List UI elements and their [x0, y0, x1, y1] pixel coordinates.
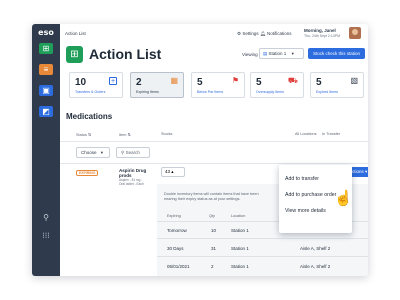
sub-col-location: Location [231, 214, 246, 218]
settings-link[interactable]: ⚙ Settings [237, 31, 259, 37]
col-all-locations: All Locations [295, 132, 317, 136]
sub-col-expiring: Expiring [167, 214, 181, 218]
card-label: Oversupply Items [256, 90, 284, 94]
col-in-transfer: In Transfer [322, 132, 341, 136]
search-placeholder: Search [125, 150, 140, 155]
breadcrumb[interactable]: Action List [65, 31, 86, 36]
divider [157, 238, 368, 239]
sub-cell-shelf: Aisle A, Shelf 2 [300, 264, 331, 269]
nav-list-icon[interactable]: ≡ [39, 64, 53, 75]
sub-cell-location: Station 1 [231, 246, 249, 251]
card-oversupply[interactable]: 5 ⛟ Oversupply Items [250, 72, 304, 98]
action-list-icon: ⊞ [66, 46, 83, 63]
viewing-label: Viewing [242, 52, 258, 57]
sub-cell-qty: 2 [211, 264, 214, 269]
search-input[interactable]: ⚲ Search [116, 147, 150, 158]
sub-cell-qty: 10 [211, 228, 217, 233]
sub-cell-qty: 31 [211, 246, 217, 251]
settings-label: Settings [242, 31, 259, 36]
status-filter[interactable]: Choose ▾ [76, 147, 110, 158]
panel-note-line1: Double inventory items will contain item… [164, 192, 259, 196]
hand-cursor-icon: ☝ [334, 190, 353, 207]
panel-note-line2: nearing their expiry status as at your s… [164, 197, 241, 201]
chevron-down-icon: ▾ [365, 169, 368, 174]
app-window: eso ⊞ ≡ ▣ ◩ ⚲ ⁝⁝⁝ Action List ⚙ Settings… [32, 24, 368, 276]
menu-add-to-purchase-order[interactable]: Add to purchase order [285, 192, 336, 198]
card-count: 5 [316, 77, 322, 88]
nav-action-list-icon[interactable]: ⊞ [39, 43, 53, 54]
nav-rail: eso ⊞ ≡ ▣ ◩ ⚲ ⁝⁝⁝ [32, 24, 60, 276]
plus-square-icon: + [109, 77, 117, 85]
nav-chart-icon[interactable]: ◩ [39, 106, 53, 117]
sort-icon: ⇅ [127, 133, 131, 137]
sort-icon: ⇅ [87, 133, 92, 137]
panel-note: Double inventory items will contain item… [164, 192, 284, 202]
card-transfers[interactable]: 10 + Transfers & Orders [69, 72, 123, 98]
card-count: 5 [256, 77, 262, 88]
calendar-icon: ▦ [170, 76, 178, 85]
menu-add-to-transfer[interactable]: Add to transfer [285, 176, 319, 182]
avatar[interactable] [349, 27, 361, 39]
col-item-label: Item [119, 133, 127, 137]
card-label: Expired Items [316, 90, 338, 94]
expired-calendar-icon: ▧ [350, 76, 358, 85]
chevron-up-icon: ▴ [171, 169, 174, 174]
main-area: Action List ⚙ Settings 🔔︎ Notifications … [60, 24, 368, 276]
card-label: Expiring Items [136, 90, 159, 94]
notifications-label: Notifications [266, 31, 292, 36]
station-icon: ▤ [263, 51, 268, 56]
sub-cell-expiring: 30 Days [167, 246, 184, 251]
item-name[interactable]: Aspirin Drug prods [119, 168, 146, 178]
card-count: 2 [136, 77, 142, 88]
notifications-link[interactable]: 🔔︎ Notifications [260, 31, 292, 37]
eso-logo: eso [38, 28, 54, 37]
chevron-down-icon: ▾ [291, 51, 294, 56]
stock-select[interactable]: 43 ▴ [161, 167, 185, 177]
date-time: Thu, 24th Sept 2:14PM [304, 34, 340, 38]
card-label: Below Par Items [197, 90, 224, 94]
col-stocks: Stocks [161, 132, 173, 136]
top-bar: Action List ⚙ Settings 🔔︎ Notifications … [60, 24, 368, 44]
sub-cell-expiring: Tomorrow [167, 228, 187, 233]
chevron-down-icon: ▾ [100, 150, 104, 155]
sub-cell-location: Station 1 [231, 264, 249, 269]
station-select[interactable]: ▤ Station 1 ▾ [259, 48, 304, 59]
stock-value: 43 [165, 169, 171, 174]
bell-icon: 🔔︎ [260, 31, 266, 36]
apps-grid-icon[interactable]: ⁝⁝⁝ [39, 230, 53, 241]
card-expiring[interactable]: 2 ▦ Expiring Items [130, 72, 184, 98]
flag-icon: ⚑ [231, 76, 239, 85]
card-count: 5 [197, 77, 203, 88]
divider [60, 163, 368, 164]
item-details: Aspirin - 81 mg - Oral tablet - Each [119, 178, 153, 186]
col-status[interactable]: Status ⇅ [76, 132, 91, 137]
menu-view-more-details[interactable]: View more details [285, 208, 326, 214]
sub-cell-expiring: 05/01/2021 [167, 264, 190, 269]
page-title: Action List [89, 46, 162, 62]
col-status-label: Status [76, 133, 87, 137]
greeting: Morning, Janel [304, 28, 336, 33]
wrench-icon[interactable]: ⚲ [39, 212, 53, 223]
sub-cell-shelf: Aisle A, Shelf 2 [300, 246, 331, 251]
truck-icon: ⛟ [287, 76, 298, 85]
nav-inventory-icon[interactable]: ▣ [39, 85, 53, 96]
status-badge: EXPIRING [76, 170, 99, 176]
card-below-par[interactable]: 5 ⚑ Below Par Items [191, 72, 245, 98]
card-label: Transfers & Orders [75, 90, 106, 94]
card-expired[interactable]: 5 ▧ Expired Items [310, 72, 364, 98]
search-icon: ⚲ [121, 150, 125, 155]
station-value: Station 1 [268, 51, 287, 56]
section-title: Medications [66, 112, 113, 121]
card-count: 10 [75, 77, 87, 88]
divider [60, 141, 368, 142]
item-sub-line2: Oral tablet - Each [119, 182, 144, 186]
stock-check-button[interactable]: Stock check this station [308, 48, 365, 59]
gear-icon: ⚙ [237, 31, 242, 36]
divider [157, 256, 368, 257]
status-filter-value: Choose [81, 150, 97, 155]
col-item[interactable]: Item ⇅ [119, 132, 131, 137]
sub-cell-location: Station 1 [231, 228, 249, 233]
sub-col-qty: Qty [209, 214, 215, 218]
